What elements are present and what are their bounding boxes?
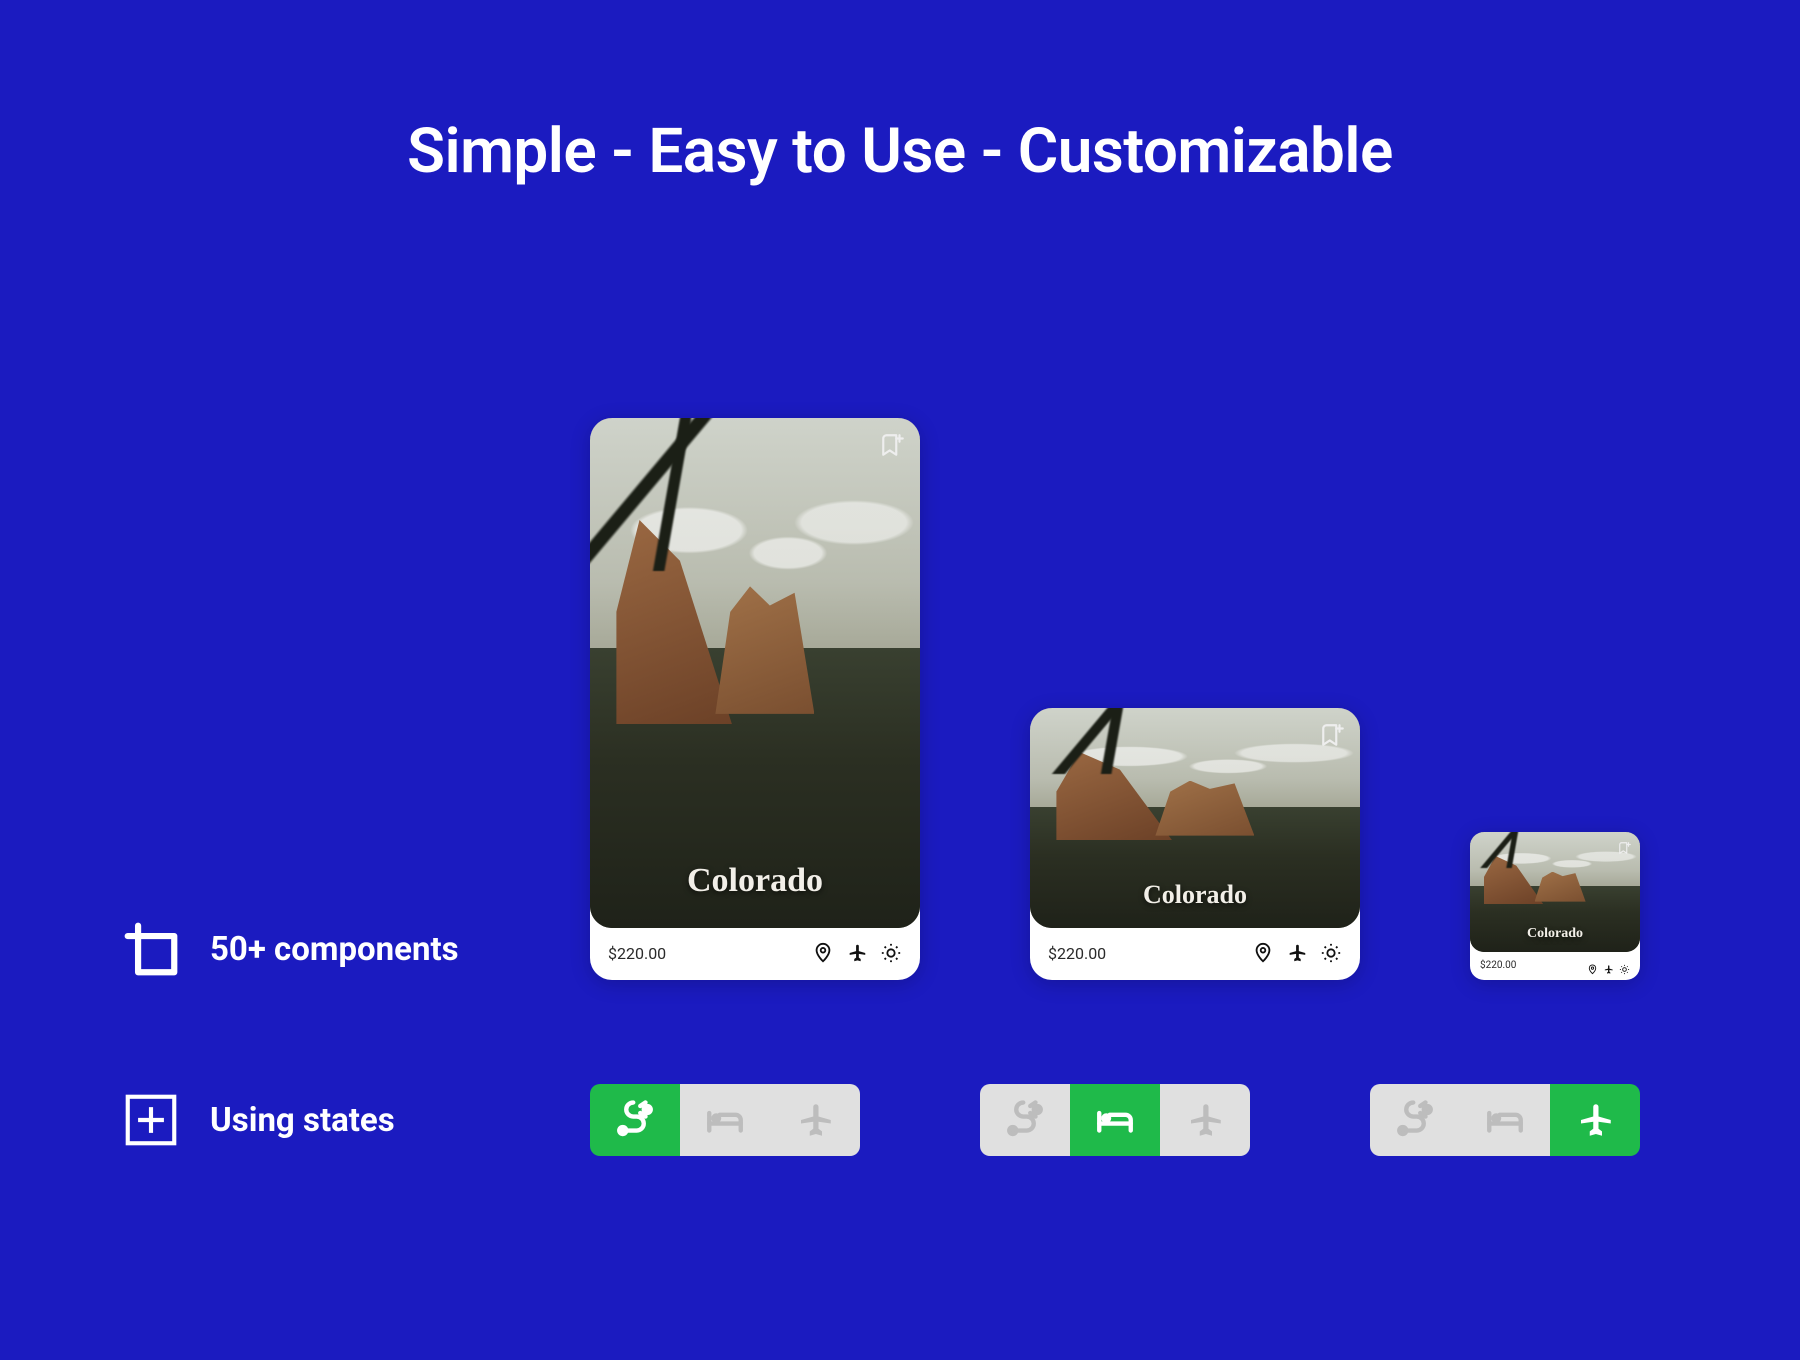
- scenery-illustration: [590, 418, 920, 928]
- tab-airplane[interactable]: [1550, 1084, 1640, 1156]
- tab-airplane[interactable]: [1160, 1084, 1250, 1156]
- card-price: $220.00: [608, 944, 666, 963]
- card-image: Colorado: [590, 418, 920, 928]
- airplane-icon[interactable]: [846, 942, 868, 964]
- sun-icon[interactable]: [1619, 960, 1630, 971]
- page-title: Simple - Easy to Use - Customizable: [0, 115, 1800, 188]
- card-footer: $220.00: [1470, 952, 1640, 980]
- airplane-icon[interactable]: [1603, 960, 1614, 971]
- tab-group: [590, 1084, 860, 1156]
- card-footer: $220.00: [1030, 928, 1360, 980]
- card-footer-icons: [1252, 942, 1342, 964]
- destination-card[interactable]: Colorado $220.00: [590, 418, 920, 980]
- destination-card[interactable]: Colorado $220.00: [1470, 832, 1640, 980]
- components-label-group: 50+ components: [120, 918, 459, 980]
- tab-route[interactable]: [1370, 1084, 1460, 1156]
- airplane-icon[interactable]: [1286, 942, 1308, 964]
- tab-bed[interactable]: [680, 1084, 770, 1156]
- tab-route[interactable]: [590, 1084, 680, 1156]
- states-row: Using states: [120, 1070, 1680, 1170]
- plus-box-icon: [120, 1089, 182, 1151]
- crop-icon: [120, 918, 182, 980]
- card-title: Colorado: [590, 862, 920, 900]
- tab-group: [1370, 1084, 1640, 1156]
- map-pin-icon[interactable]: [1587, 960, 1598, 971]
- tab-route[interactable]: [980, 1084, 1070, 1156]
- states-label-group: Using states: [120, 1089, 395, 1151]
- card-footer-icons: [812, 942, 902, 964]
- card-image: Colorado: [1030, 708, 1360, 928]
- card-price: $220.00: [1048, 944, 1106, 963]
- destination-card[interactable]: Colorado $220.00: [1030, 708, 1360, 980]
- tab-group: [980, 1084, 1250, 1156]
- components-row: 50+ components Colorado $220.00: [120, 370, 1680, 980]
- card-image: Colorado: [1470, 832, 1640, 952]
- components-label: 50+ components: [210, 930, 459, 969]
- state-groups: [590, 1084, 1640, 1156]
- tab-bed[interactable]: [1460, 1084, 1550, 1156]
- tab-bed[interactable]: [1070, 1084, 1160, 1156]
- card-gallery: Colorado $220.00: [590, 418, 1640, 980]
- map-pin-icon[interactable]: [812, 942, 834, 964]
- card-footer: $220.00: [590, 928, 920, 980]
- card-footer-icons: [1587, 960, 1630, 971]
- card-title: Colorado: [1030, 880, 1360, 910]
- card-price: $220.00: [1480, 960, 1516, 971]
- bookmark-add-icon[interactable]: [1320, 722, 1346, 748]
- map-pin-icon[interactable]: [1252, 942, 1274, 964]
- bookmark-add-icon[interactable]: [880, 432, 906, 458]
- states-label: Using states: [210, 1101, 395, 1140]
- tab-airplane[interactable]: [770, 1084, 860, 1156]
- sun-icon[interactable]: [880, 942, 902, 964]
- bookmark-add-icon[interactable]: [1618, 840, 1632, 854]
- sun-icon[interactable]: [1320, 942, 1342, 964]
- card-title: Colorado: [1470, 926, 1640, 942]
